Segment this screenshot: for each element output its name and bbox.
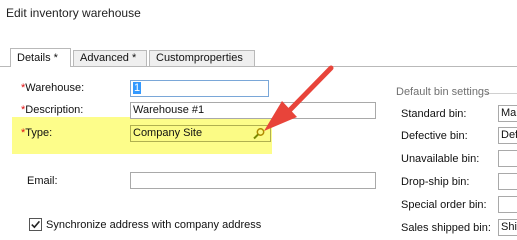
annotation-arrow-icon	[264, 65, 334, 131]
